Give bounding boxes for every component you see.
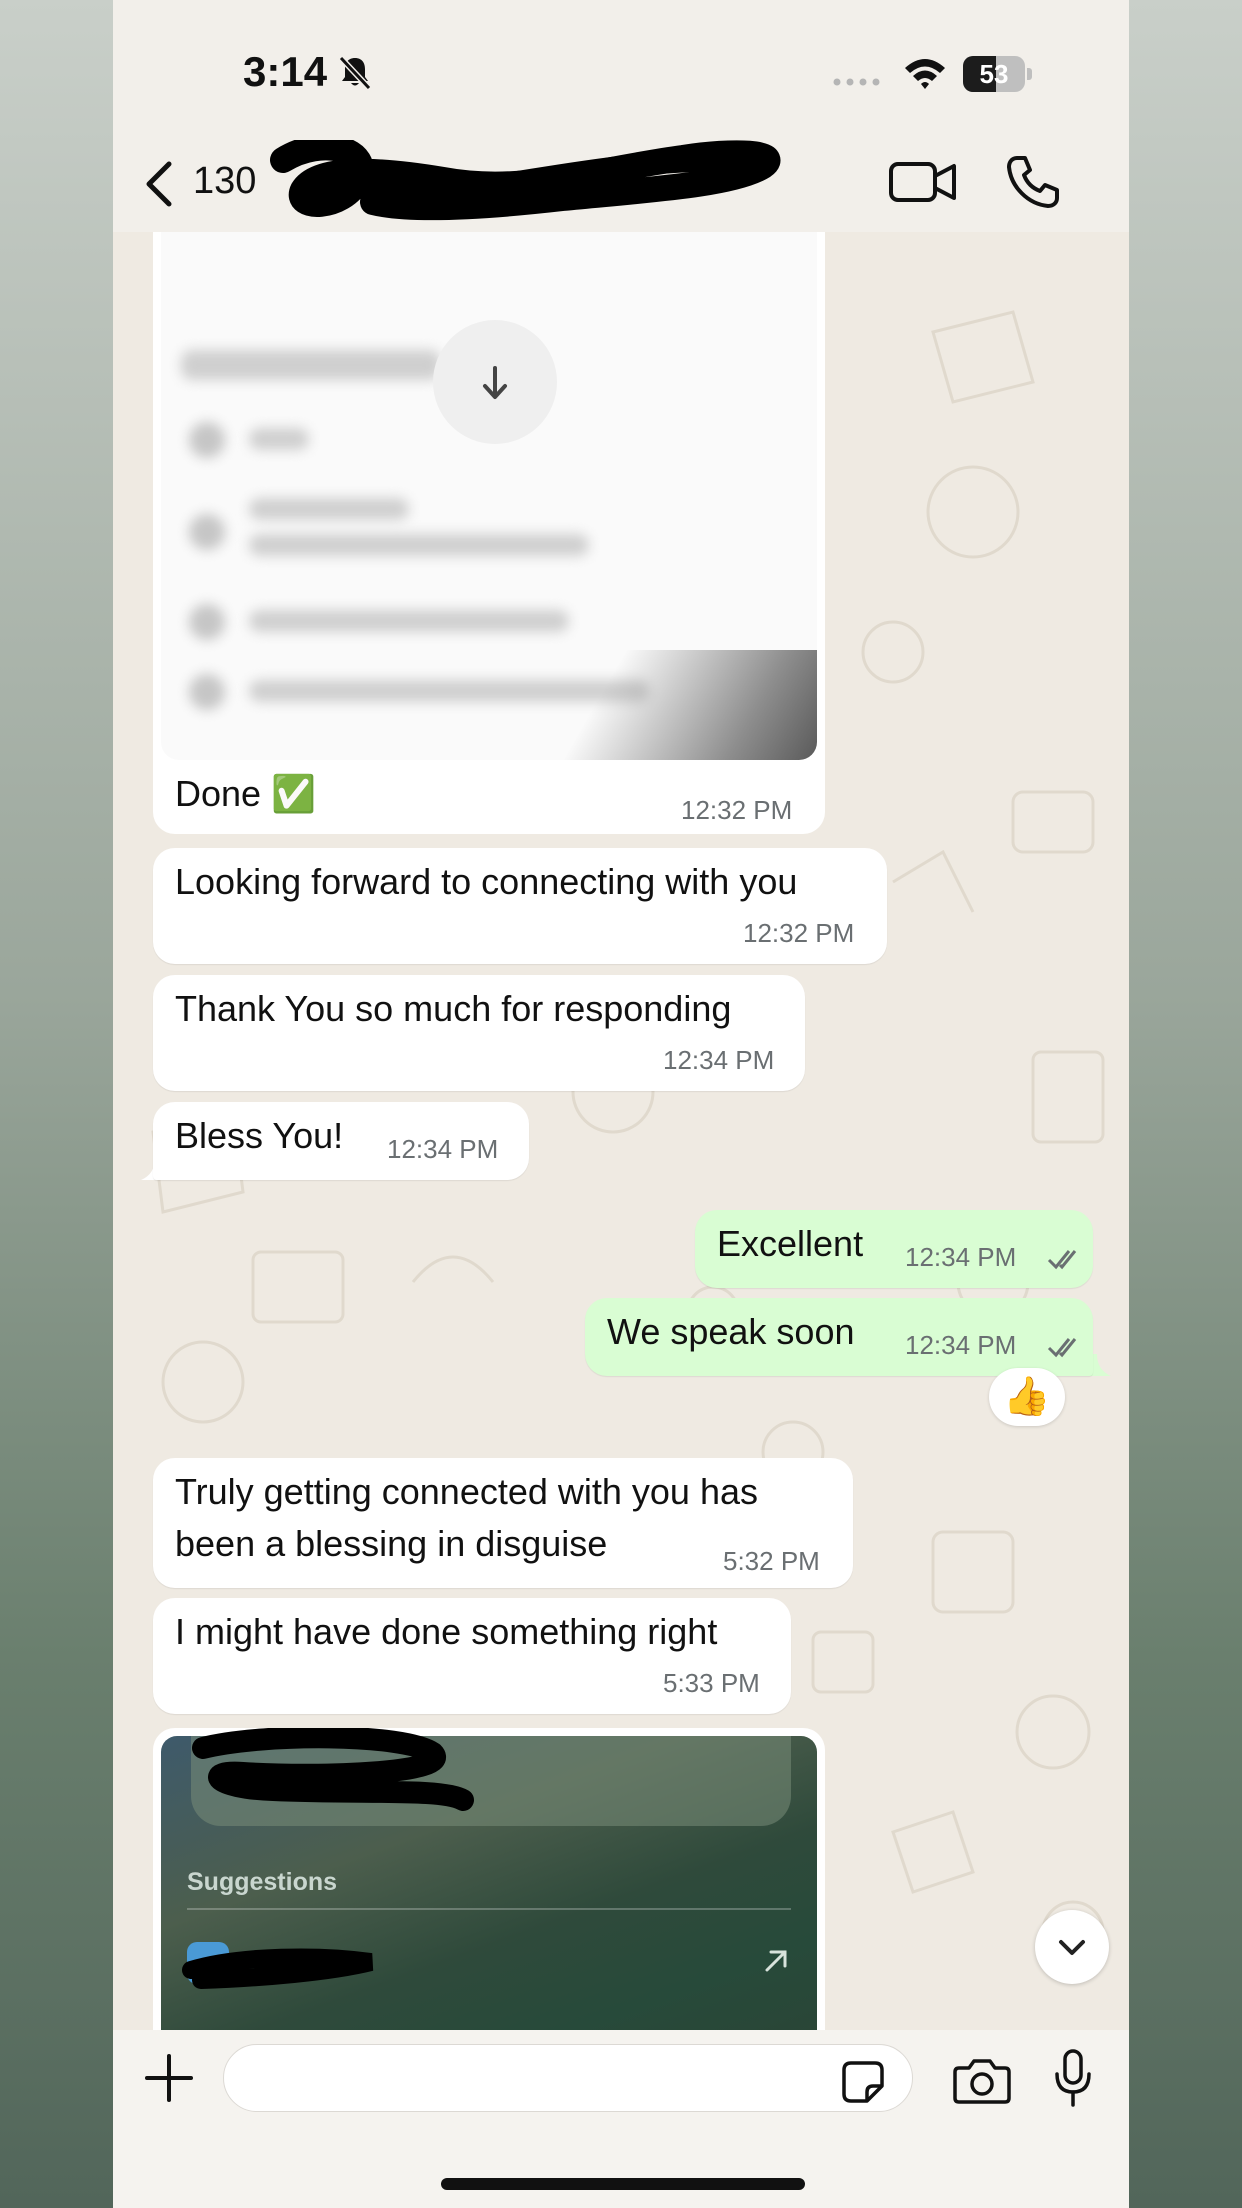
battery-icon: 53 xyxy=(963,56,1033,92)
message-time: 12:34 PM xyxy=(905,1242,1017,1272)
blur-dot xyxy=(189,674,225,710)
message-text: Excellent xyxy=(717,1223,864,1264)
wifi-icon xyxy=(905,59,945,89)
home-indicator[interactable] xyxy=(441,2178,805,2190)
message-time: 12:34 PM xyxy=(905,1330,1017,1360)
read-ticks-icon xyxy=(1047,1338,1077,1358)
incoming-message[interactable]: I might have done something right 5:33 P… xyxy=(153,1598,791,1714)
incoming-message[interactable]: Bless You! 12:34 PM xyxy=(153,1102,529,1180)
silent-bell-icon xyxy=(338,55,372,91)
message-text: Done ✅ xyxy=(175,773,316,814)
camera-icon[interactable] xyxy=(953,2056,1011,2104)
read-ticks-icon xyxy=(1047,1250,1077,1270)
image-shadow xyxy=(517,650,817,760)
suggestions-label: Suggestions xyxy=(187,1868,338,1896)
battery-tip xyxy=(1027,68,1032,80)
status-time: 3:14 xyxy=(243,48,328,95)
message-text: We speak soon xyxy=(607,1311,855,1352)
message-input[interactable] xyxy=(223,2044,913,2112)
blur-line xyxy=(181,350,441,380)
scroll-to-bottom-button[interactable] xyxy=(1035,1910,1109,1984)
plus-icon[interactable] xyxy=(143,2052,195,2104)
battery-level: 53 xyxy=(979,59,1009,89)
video-call-icon[interactable] xyxy=(888,154,958,210)
message-time: 12:34 PM xyxy=(663,1045,775,1075)
screenshot-message[interactable]: Suggestions xyxy=(153,1728,825,2030)
incoming-message[interactable]: Thank You so much for responding 12:34 P… xyxy=(153,975,805,1091)
message-time: 5:32 PM xyxy=(723,1546,820,1576)
composer-bar xyxy=(113,2030,1129,2208)
message-text-line2: been a blessing in disguise xyxy=(175,1523,608,1564)
divider xyxy=(187,1908,791,1910)
status-bar: 3:14 53 xyxy=(113,0,1129,140)
blur-line xyxy=(249,534,589,556)
blur-line xyxy=(249,428,309,450)
thumbs-up-reaction[interactable]: 👍 xyxy=(989,1368,1065,1426)
chevron-down-icon xyxy=(1059,1940,1085,1955)
blur-line xyxy=(249,610,569,632)
blurred-image[interactable] xyxy=(161,232,817,760)
microphone-icon[interactable] xyxy=(1053,2048,1093,2108)
chat-area[interactable]: Done ✅ 12:32 PM Looking forward to conne… xyxy=(113,232,1129,2030)
blur-dot xyxy=(189,514,225,550)
message-text: Looking forward to connecting with you xyxy=(175,861,798,902)
cell-signal-icon xyxy=(833,78,880,86)
redaction-scribble xyxy=(182,1948,374,1989)
image-message[interactable]: Done ✅ 12:32 PM xyxy=(153,232,825,834)
message-text: Thank You so much for responding xyxy=(175,988,732,1029)
blur-line xyxy=(249,498,409,520)
message-time: 5:33 PM xyxy=(663,1668,760,1698)
message-text: Bless You! xyxy=(175,1115,344,1156)
redaction-scribble xyxy=(192,1728,474,1811)
phone-screen: 3:14 53 130 Done ✅ 12:32 PM Looking forw… xyxy=(113,0,1129,2208)
incoming-message[interactable]: Looking forward to connecting with you 1… xyxy=(153,848,887,964)
blur-dot xyxy=(189,604,225,640)
open-arrow-icon xyxy=(765,1950,787,1972)
back-chevron-icon[interactable] xyxy=(139,156,179,212)
message-text: I might have done something right xyxy=(175,1611,718,1652)
battery-body: 53 xyxy=(963,56,1025,92)
blur-dot xyxy=(189,422,225,458)
message-text-line1: Truly getting connected with you has xyxy=(175,1471,758,1512)
message-time: 12:32 PM xyxy=(743,918,855,948)
download-button[interactable] xyxy=(433,320,557,444)
download-arrow-icon xyxy=(483,366,507,399)
outgoing-message[interactable]: We speak soon 12:34 PM xyxy=(585,1298,1093,1376)
contact-name[interactable]: 130 xyxy=(193,160,256,203)
phone-call-icon[interactable] xyxy=(1003,152,1063,212)
message-time: 12:32 PM xyxy=(681,795,793,825)
redaction-scribble xyxy=(270,140,781,221)
incoming-message[interactable]: Truly getting connected with you has bee… xyxy=(153,1458,853,1588)
chat-header: 130 xyxy=(113,140,1129,232)
outgoing-message[interactable]: Excellent 12:34 PM xyxy=(695,1210,1093,1288)
message-time: 12:34 PM xyxy=(387,1134,499,1164)
sticker-icon[interactable] xyxy=(841,2060,885,2104)
